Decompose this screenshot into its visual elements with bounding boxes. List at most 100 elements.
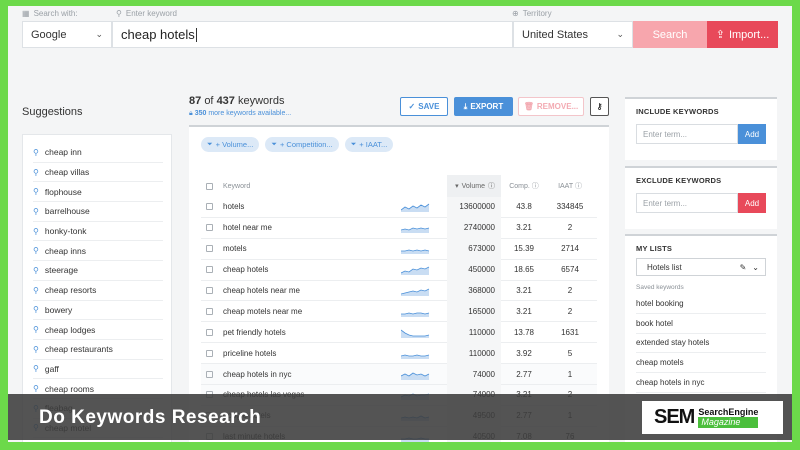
search-button[interactable]: Search bbox=[633, 21, 707, 48]
filter-chip[interactable]: ⏷ + Volume... bbox=[201, 137, 260, 152]
chevron-down-icon: ⌄ bbox=[616, 29, 624, 39]
suggestion-item[interactable]: ⚲ bowery bbox=[33, 301, 163, 321]
results-area: 87 of 437 keywords 🔒︎ 350 more keywords … bbox=[189, 92, 609, 442]
suggestion-item[interactable]: ⚲ cheap restaurants bbox=[33, 340, 163, 360]
row-checkbox[interactable] bbox=[201, 245, 217, 253]
save-button[interactable]: ✓ SAVE bbox=[400, 97, 448, 116]
exclude-term-input[interactable]: Enter term... bbox=[636, 193, 738, 213]
list-select[interactable]: Hotels list ✎ ⌄ bbox=[636, 258, 766, 276]
keyword-input-value: cheap hotels bbox=[121, 27, 195, 42]
trend-sparkline bbox=[401, 369, 447, 380]
settings-button[interactable]: ⚷ bbox=[590, 97, 609, 116]
suggestion-item[interactable]: ⚲ cheap inn bbox=[33, 143, 163, 163]
row-keyword: cheap motels near me bbox=[223, 306, 303, 316]
search-icon: ⚲ bbox=[33, 167, 39, 177]
table-header: Keyword ▾ Volume ⓘ Comp. ⓘ IAAT ⓘ bbox=[201, 175, 597, 197]
search-icon: ⚲ bbox=[116, 9, 122, 18]
saved-keyword-item[interactable]: cheap motels bbox=[636, 353, 766, 374]
row-iaat: 6574 bbox=[561, 265, 579, 275]
row-checkbox[interactable] bbox=[201, 307, 217, 315]
col-comp[interactable]: Comp. ⓘ bbox=[501, 181, 547, 191]
row-keyword: motels bbox=[223, 244, 247, 254]
table-row[interactable]: hotels 13600000 43.8 334845 bbox=[201, 196, 597, 218]
row-checkbox[interactable] bbox=[201, 266, 217, 274]
include-title: INCLUDE KEYWORDS bbox=[636, 107, 719, 116]
sort-desc-icon: ▾ bbox=[455, 183, 459, 190]
table-row[interactable]: motels 673000 15.39 2714 bbox=[201, 238, 597, 260]
table-row[interactable]: hotel near me 2740000 3.21 2 bbox=[201, 217, 597, 239]
select-all-checkbox[interactable] bbox=[201, 182, 217, 190]
suggestion-item[interactable]: ⚲ cheap inns bbox=[33, 241, 163, 262]
filter-chip[interactable]: ⏷ + Competition... bbox=[265, 137, 339, 152]
trend-sparkline bbox=[401, 201, 447, 213]
search-icon: ⚲ bbox=[33, 364, 39, 374]
row-checkbox[interactable] bbox=[201, 287, 217, 294]
suggestion-item[interactable]: ⚲ honky-tonk bbox=[33, 222, 163, 242]
row-keyword: hotel near me bbox=[223, 223, 272, 233]
table-row[interactable]: cheap hotels near me 368000 3.21 2 bbox=[201, 280, 597, 302]
row-comp: 15.39 bbox=[513, 244, 535, 254]
pencil-icon[interactable]: ✎ bbox=[740, 263, 747, 272]
row-checkbox[interactable] bbox=[201, 349, 217, 357]
suggestion-item[interactable]: ⚲ flophouse bbox=[33, 182, 163, 203]
filter-chips: ⏷ + Volume... ⏷ + Competition... ⏷ + IAAT... bbox=[201, 137, 394, 152]
include-add-button[interactable]: Add bbox=[738, 124, 766, 144]
saved-keyword-item[interactable]: extended stay hotels bbox=[636, 334, 766, 354]
saved-keywords-label: Saved keywords bbox=[636, 284, 684, 291]
search-icon: ⚲ bbox=[33, 226, 39, 236]
remove-button[interactable]: 🗑︎ REMOVE... bbox=[518, 97, 584, 116]
col-keyword[interactable]: Keyword bbox=[217, 183, 401, 190]
row-volume: 673000 bbox=[447, 238, 501, 260]
row-checkbox[interactable] bbox=[201, 224, 217, 232]
include-term-input[interactable]: Enter term... bbox=[636, 124, 738, 144]
suggestion-item[interactable]: ⚲ barrelhouse bbox=[33, 202, 163, 222]
exclude-title: EXCLUDE KEYWORDS bbox=[636, 176, 722, 185]
suggestion-item[interactable]: ⚲ cheap resorts bbox=[33, 281, 163, 301]
key-icon: ⚷ bbox=[596, 102, 603, 111]
saved-keyword-item[interactable]: cheap hotels in nyc bbox=[636, 373, 766, 393]
sem-logo: SEM SearchEngine Magazine bbox=[642, 401, 783, 434]
row-iaat: 2 bbox=[567, 223, 573, 233]
logo-sem-text: SEM bbox=[654, 406, 695, 428]
row-checkbox[interactable] bbox=[201, 370, 217, 378]
row-iaat: 2 bbox=[567, 306, 573, 316]
row-iaat: 1631 bbox=[561, 327, 579, 337]
row-checkbox[interactable] bbox=[201, 203, 217, 211]
grid-icon: ▦ bbox=[22, 9, 30, 18]
territory-label: ⊕ Territory bbox=[512, 9, 552, 18]
suggestion-item[interactable]: ⚲ cheap villas bbox=[33, 163, 163, 183]
saved-keyword-item[interactable]: book hotel bbox=[636, 314, 766, 334]
text-caret bbox=[195, 27, 197, 42]
import-button[interactable]: ⇪ Import... bbox=[707, 21, 778, 48]
search-icon: ⚲ bbox=[33, 344, 39, 354]
table-row[interactable]: priceline hotels 110000 3.92 5 bbox=[201, 342, 597, 365]
row-checkbox[interactable] bbox=[201, 328, 217, 336]
trend-sparkline bbox=[401, 306, 447, 317]
row-keyword: cheap hotels in nyc bbox=[223, 369, 292, 379]
table-row[interactable]: cheap hotels in nyc 74000 2.77 1 bbox=[201, 363, 597, 386]
search-icon: ⚲ bbox=[33, 384, 39, 394]
my-lists-title: MY LISTS bbox=[636, 244, 673, 253]
table-row[interactable]: cheap hotels 450000 18.65 6574 bbox=[201, 259, 597, 281]
more-keywords-link[interactable]: 🔒︎ 350 more keywords available... bbox=[189, 110, 291, 118]
territory-select[interactable]: United States ⌄ bbox=[513, 21, 633, 48]
keyword-count: 87 of 437 keywords bbox=[189, 95, 285, 107]
suggestion-item[interactable]: ⚲ gaff bbox=[33, 360, 163, 380]
keyword-input[interactable]: cheap hotels bbox=[112, 21, 513, 48]
saved-keyword-item[interactable]: hotel booking bbox=[636, 294, 766, 314]
trash-icon: 🗑︎ bbox=[523, 102, 534, 111]
engine-select[interactable]: Google ⌄ bbox=[22, 21, 112, 48]
chevron-down-icon: ⌄ bbox=[95, 29, 103, 39]
suggestion-item[interactable]: ⚲ cheap lodges bbox=[33, 320, 163, 340]
table-row[interactable]: pet friendly hotels 110000 13.78 1631 bbox=[201, 321, 597, 344]
col-volume[interactable]: ▾ Volume ⓘ bbox=[447, 175, 501, 197]
filter-chip[interactable]: ⏷ + IAAT... bbox=[344, 137, 394, 152]
exclude-add-button[interactable]: Add bbox=[738, 193, 766, 213]
table-row[interactable]: cheap motels near me 165000 3.21 2 bbox=[201, 300, 597, 323]
row-comp: 3.21 bbox=[516, 286, 532, 295]
trend-sparkline bbox=[401, 264, 447, 276]
export-button[interactable]: ⤓ EXPORT bbox=[454, 97, 513, 116]
row-comp: 13.78 bbox=[513, 327, 535, 337]
suggestion-item[interactable]: ⚲ steerage bbox=[33, 261, 163, 281]
col-iaat[interactable]: IAAT ⓘ bbox=[547, 181, 593, 191]
